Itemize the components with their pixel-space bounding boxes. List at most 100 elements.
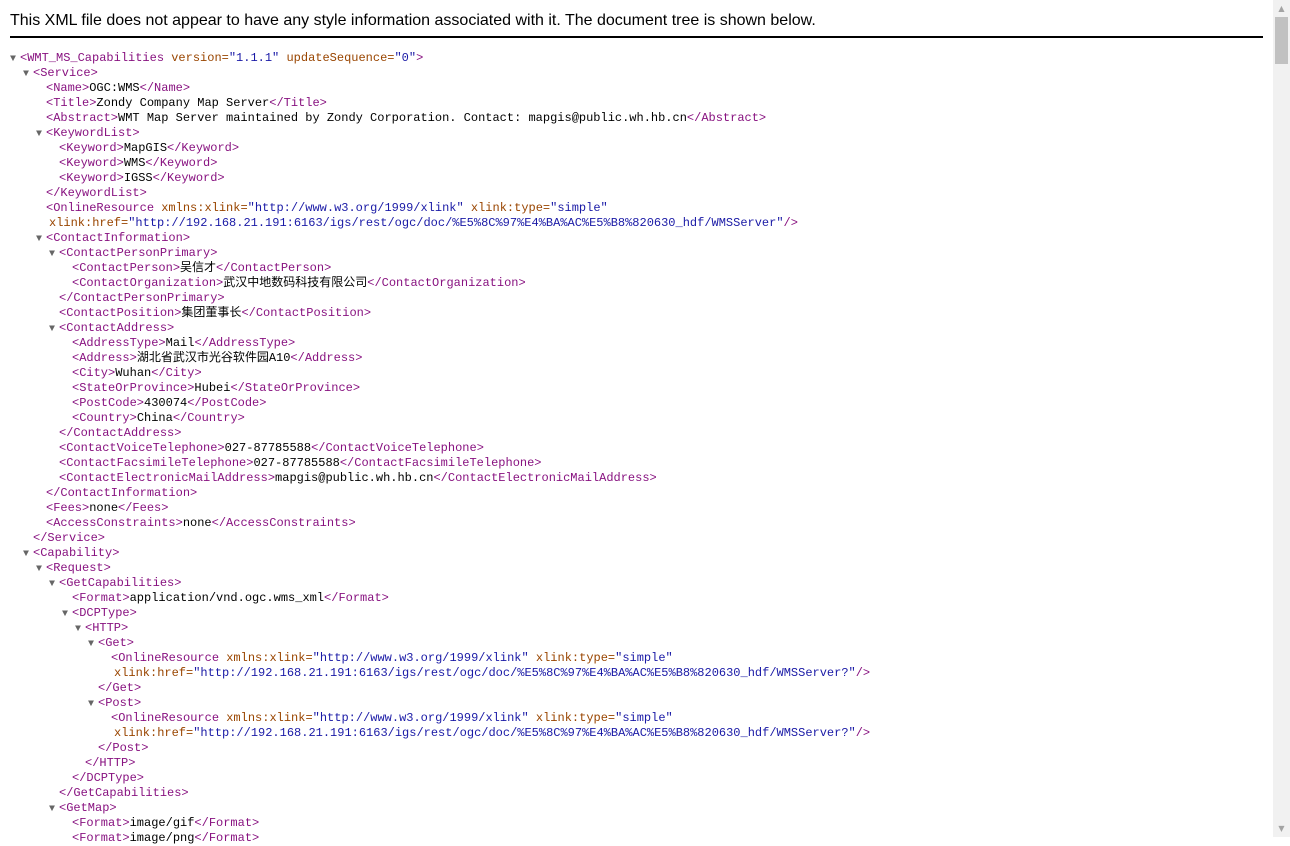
xml-tag: </ContactPosition>: [241, 306, 372, 320]
xml-text-content: Hubei: [194, 381, 231, 395]
xml-tag: </ContactOrganization>: [367, 276, 526, 290]
xml-tag: <ContactPosition>: [59, 306, 182, 320]
xml-tag: <City>: [72, 366, 116, 380]
xml-line: ▼ <ContactPersonPrimary>: [10, 246, 1265, 261]
xml-line: ▼ <DCPType>: [10, 606, 1265, 621]
xml-tag: </Name>: [139, 81, 191, 95]
xml-tag: </KeywordList>: [46, 186, 147, 200]
xml-tag: <Service>: [33, 66, 98, 80]
xml-attribute-value: "http://www.w3.org/1999/xlink": [312, 711, 529, 725]
xml-line: ▼ <Post>: [10, 696, 1265, 711]
xml-tag: </Fees>: [118, 501, 169, 515]
xml-line: ▼</Service>: [10, 531, 1265, 546]
xml-tag: <Post>: [98, 696, 142, 710]
xml-tag: <Abstract>: [46, 111, 119, 125]
xml-text-content: image/gif: [129, 816, 195, 830]
xml-tag: <GetCapabilities>: [59, 576, 182, 590]
collapse-toggle-icon[interactable]: ▼: [36, 232, 46, 246]
collapse-toggle-icon[interactable]: ▼: [88, 697, 98, 711]
collapse-toggle-icon[interactable]: ▼: [10, 52, 20, 66]
xml-tag: </City>: [151, 366, 202, 380]
xml-line: ▼ <Request>: [10, 561, 1265, 576]
xml-line: ▼<Keyword>MapGIS</Keyword>: [10, 141, 1265, 156]
xml-tag: <Name>: [46, 81, 90, 95]
xml-line: ▼<Keyword>IGSS</Keyword>: [10, 171, 1265, 186]
xml-tag: <ContactAddress>: [59, 321, 175, 335]
xml-tag: <Keyword>: [59, 171, 124, 185]
collapse-toggle-icon[interactable]: ▼: [36, 562, 46, 576]
xml-attribute-value: "1.1.1": [228, 51, 280, 65]
xml-line: ▼ <Capability>: [10, 546, 1265, 561]
xml-line: xlink:href="http://192.168.21.191:6163/i…: [10, 666, 1265, 681]
xml-attribute-name: xlink:type=: [528, 651, 616, 665]
xml-tag: <AddressType>: [72, 336, 166, 350]
xml-line: ▼<Fees>none</Fees>: [10, 501, 1265, 516]
collapse-toggle-icon[interactable]: ▼: [49, 802, 59, 816]
xml-viewer-message: This XML file does not appear to have an…: [10, 0, 1263, 38]
xml-tag: <GetMap>: [59, 801, 117, 815]
xml-line: ▼ <GetCapabilities>: [10, 576, 1265, 591]
xml-tag: <Keyword>: [59, 156, 124, 170]
xml-line: ▼<Abstract>WMT Map Server maintained by …: [10, 111, 1265, 126]
xml-line: ▼<Title>Zondy Company Map Server</Title>: [10, 96, 1265, 111]
xml-tag: </Post>: [98, 741, 149, 755]
xml-tag: />: [855, 666, 871, 680]
xml-tag: </Format>: [324, 591, 389, 605]
xml-line: ▼<Format>application/vnd.ogc.wms_xml</Fo…: [10, 591, 1265, 606]
collapse-toggle-icon[interactable]: ▼: [49, 322, 59, 336]
xml-tag: <ContactInformation>: [46, 231, 191, 245]
xml-text-content: MapGIS: [123, 141, 168, 155]
xml-tag: <Country>: [72, 411, 137, 425]
scrollbar-thumb[interactable]: [1275, 17, 1288, 64]
xml-tag: <Title>: [46, 96, 97, 110]
xml-line: ▼<OnlineResource xmlns:xlink="http://www…: [10, 711, 1265, 726]
xml-line: ▼<ContactOrganization>武汉中地数码科技有限公司</Cont…: [10, 276, 1265, 291]
xml-line: ▼<Name>OGC:WMS</Name>: [10, 81, 1265, 96]
xml-line: ▼<ContactFacsimileTelephone>027-87785588…: [10, 456, 1265, 471]
xml-text-content: 集团董事长: [181, 306, 242, 320]
xml-tag: </AccessConstraints>: [211, 516, 356, 530]
xml-line: ▼<Country>China</Country>: [10, 411, 1265, 426]
collapse-toggle-icon[interactable]: ▼: [23, 547, 33, 561]
collapse-toggle-icon[interactable]: ▼: [36, 127, 46, 141]
collapse-toggle-icon[interactable]: ▼: [88, 637, 98, 651]
xml-attribute-value: "simple": [615, 711, 673, 725]
collapse-toggle-icon[interactable]: ▼: [23, 67, 33, 81]
xml-text-content: IGSS: [123, 171, 153, 185]
xml-tag: </ContactVoiceTelephone>: [311, 441, 484, 455]
xml-text-content: China: [136, 411, 173, 425]
xml-text-content: Zondy Company Map Server: [96, 96, 270, 110]
xml-line: ▼<ContactPosition>集团董事长</ContactPosition…: [10, 306, 1265, 321]
xml-tag: <Keyword>: [59, 141, 124, 155]
collapse-toggle-icon[interactable]: ▼: [49, 577, 59, 591]
xml-tag: </Get>: [98, 681, 142, 695]
xml-tag: <OnlineResource: [46, 201, 155, 215]
xml-attribute-name: xlink:href=: [114, 726, 194, 740]
vertical-scrollbar[interactable]: ▲ ▼: [1273, 0, 1290, 837]
xml-attribute-name: xmlns:xlink=: [219, 651, 313, 665]
xml-tag: <Format>: [72, 816, 130, 830]
collapse-toggle-icon[interactable]: ▼: [75, 622, 85, 636]
xml-text-content: none: [89, 501, 119, 515]
xml-line: ▼</GetCapabilities>: [10, 786, 1265, 801]
xml-attribute-value: "http://www.w3.org/1999/xlink": [247, 201, 464, 215]
xml-text-content: 430074: [144, 396, 188, 410]
scroll-up-arrow-icon[interactable]: ▲: [1273, 0, 1290, 17]
xml-text-content: WMT Map Server maintained by Zondy Corpo…: [118, 111, 687, 125]
xml-text-content: 武汉中地数码科技有限公司: [223, 276, 368, 290]
xml-line: ▼<AddressType>Mail</AddressType>: [10, 336, 1265, 351]
collapse-toggle-icon[interactable]: ▼: [49, 247, 59, 261]
xml-attribute-value: "http://192.168.21.191:6163/igs/rest/ogc…: [128, 216, 784, 230]
xml-tag: <ContactElectronicMailAddress>: [59, 471, 276, 485]
scroll-down-arrow-icon[interactable]: ▼: [1273, 820, 1290, 837]
xml-tag: </PostCode>: [187, 396, 267, 410]
xml-attribute-value: "http://192.168.21.191:6163/igs/rest/ogc…: [193, 666, 856, 680]
xml-line: ▼<OnlineResource xmlns:xlink="http://www…: [10, 651, 1265, 666]
xml-line: ▼ <HTTP>: [10, 621, 1265, 636]
xml-tag: <ContactPersonPrimary>: [59, 246, 218, 260]
collapse-toggle-icon[interactable]: ▼: [62, 607, 72, 621]
xml-line: ▼<AccessConstraints>none</AccessConstrai…: [10, 516, 1265, 531]
xml-tag: </ContactElectronicMailAddress>: [433, 471, 657, 485]
xml-document-tree: ▼ <WMT_MS_Capabilities version="1.1.1" up…: [10, 51, 1265, 846]
xml-tag: <ContactOrganization>: [72, 276, 224, 290]
